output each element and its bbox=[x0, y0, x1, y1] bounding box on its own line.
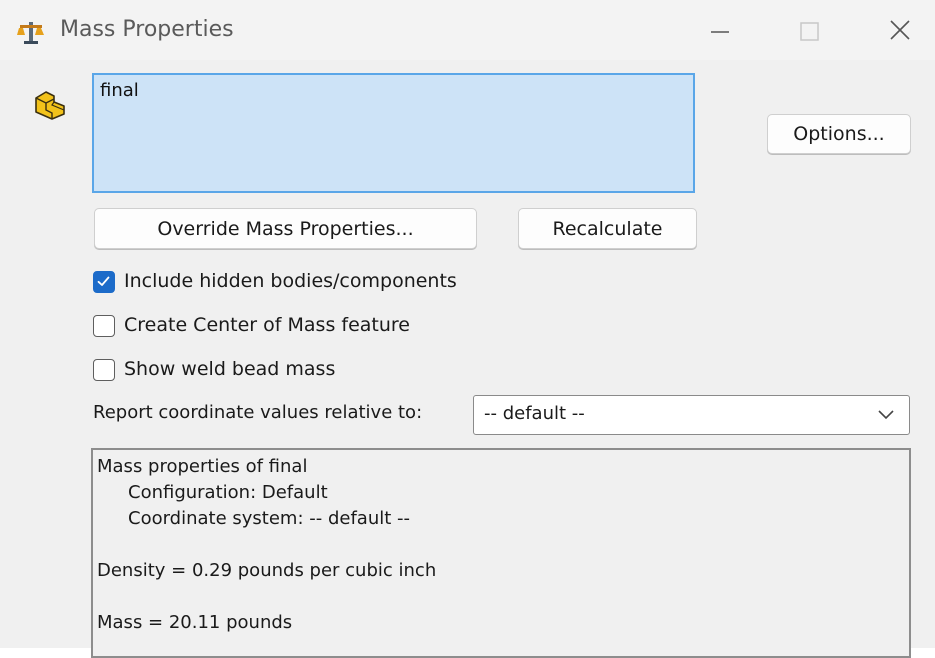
override-mass-properties-button[interactable]: Override Mass Properties... bbox=[94, 208, 477, 249]
checkbox-checked[interactable] bbox=[93, 271, 115, 293]
title-bar[interactable]: Mass Properties bbox=[0, 0, 935, 60]
balance-scale-icon bbox=[17, 22, 44, 44]
mass-properties-window: Mass Properties final Options... Overrid… bbox=[0, 0, 935, 658]
checkbox-unchecked[interactable] bbox=[93, 315, 115, 337]
checkbox-label[interactable]: Include hidden bodies/components bbox=[124, 270, 457, 292]
report-coordinate-label: Report coordinate values relative to: bbox=[93, 402, 423, 423]
window-title: Mass Properties bbox=[60, 17, 234, 42]
results-line: Configuration: Default bbox=[128, 482, 328, 503]
dropdown-value: -- default -- bbox=[484, 403, 585, 424]
results-line: Mass properties of final bbox=[97, 456, 308, 477]
results-line: Density = 0.29 pounds per cubic inch bbox=[97, 560, 437, 581]
checkbox-label[interactable]: Create Center of Mass feature bbox=[124, 314, 410, 336]
options-button[interactable]: Options... bbox=[767, 114, 911, 154]
mass-properties-results[interactable]: Mass properties of final Configuration: … bbox=[91, 448, 911, 658]
coordinate-system-dropdown[interactable]: -- default -- bbox=[473, 395, 910, 435]
results-line: Mass = 20.11 pounds bbox=[97, 612, 293, 633]
selection-list[interactable]: final bbox=[92, 73, 695, 193]
checkbox-label[interactable]: Show weld bead mass bbox=[124, 358, 335, 380]
minimize-button[interactable] bbox=[697, 10, 743, 50]
part-block-icon bbox=[35, 91, 65, 120]
selection-item[interactable]: final bbox=[100, 80, 687, 101]
results-line: Coordinate system: -- default -- bbox=[128, 508, 411, 529]
chevron-down-icon bbox=[878, 410, 894, 420]
recalculate-button[interactable]: Recalculate bbox=[518, 208, 697, 249]
close-button[interactable] bbox=[877, 10, 923, 50]
maximize-button[interactable] bbox=[786, 10, 832, 50]
checkmark-icon bbox=[97, 276, 110, 286]
checkbox-unchecked[interactable] bbox=[93, 359, 115, 381]
